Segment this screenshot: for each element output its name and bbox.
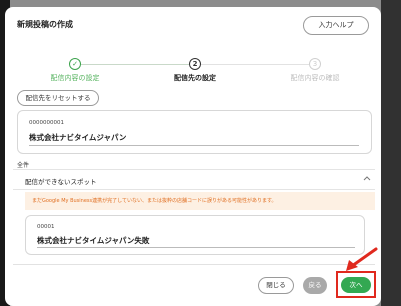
all-count-label: 全件	[17, 162, 30, 169]
step-3-number: 3	[309, 58, 321, 70]
failed-spot-name: 株式会社ナビタイムジャパン失敗	[37, 236, 150, 245]
close-button[interactable]: 閉じる	[258, 277, 294, 294]
stepper-line-future	[201, 64, 309, 65]
footer-divider	[13, 264, 375, 265]
stepper-line-done	[81, 64, 189, 65]
step-2-number: 2	[189, 58, 201, 70]
unavailable-spots-label: 配信ができないスポット	[25, 178, 97, 186]
failed-spot-code: 00001	[37, 224, 55, 230]
failed-spot-divider	[37, 247, 355, 248]
new-post-modal: 新規投稿の作成 入力ヘルプ ✓ 配信内容の設定 2 配信先の設定 3 配信内容の…	[5, 7, 381, 306]
next-button[interactable]: 次へ	[341, 277, 371, 293]
input-help-button[interactable]: 入力ヘルプ	[303, 16, 369, 35]
selected-spot-card: 0000000001 株式会社ナビタイムジャパン	[17, 110, 372, 154]
failed-spot-card: 00001 株式会社ナビタイムジャパン失敗	[25, 215, 365, 255]
reset-destinations-button[interactable]: 配信先をリセットする	[17, 90, 99, 106]
annotation-arrow-icon	[346, 247, 378, 271]
step-3-label: 配信内容の確認	[290, 74, 340, 82]
warning-text: まだGoogle My Business連携が完了していない、または抜粋の店舗コ…	[32, 198, 277, 204]
back-button[interactable]: 戻る	[303, 277, 327, 294]
stepper: ✓ 配信内容の設定 2 配信先の設定 3 配信内容の確認	[5, 53, 381, 85]
spot-name: 株式会社ナビタイムジャパン	[29, 133, 127, 142]
modal-title: 新規投稿の作成	[17, 20, 73, 29]
chevron-up-icon[interactable]	[363, 175, 371, 183]
spot-code: 0000000001	[29, 120, 64, 126]
spot-divider	[29, 145, 359, 146]
step-1-check-icon: ✓	[69, 58, 81, 70]
step-2-label: 配信先の設定	[174, 74, 216, 82]
step-1-label: 配信内容の設定	[50, 74, 100, 82]
unavailable-spots-accordion[interactable]: 配信ができないスポット	[13, 169, 375, 190]
warning-banner: まだGoogle My Business連携が完了していない、または抜粋の店舗コ…	[25, 192, 375, 210]
